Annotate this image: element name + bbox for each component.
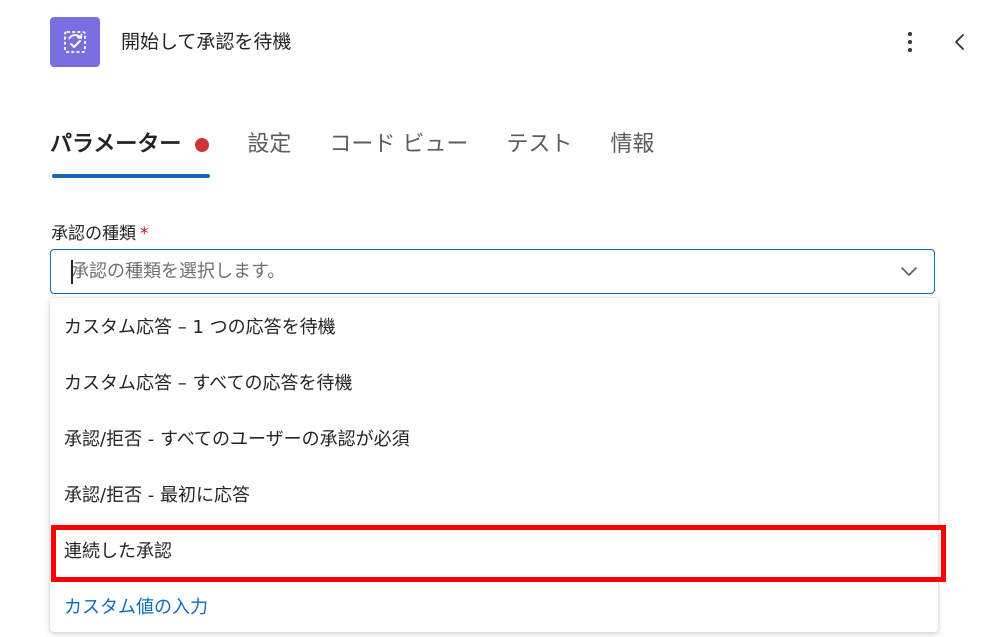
- option-custom-response-one[interactable]: カスタム応答 – 1 つの応答を待機: [50, 298, 938, 354]
- tab-test[interactable]: テスト: [506, 128, 572, 162]
- approval-icon: [50, 17, 100, 67]
- tab-parameters[interactable]: パラメーター: [50, 128, 210, 162]
- approval-type-combobox[interactable]: [50, 249, 935, 294]
- chevron-down-icon[interactable]: [884, 250, 934, 293]
- required-mark: *: [140, 224, 149, 244]
- approval-type-input[interactable]: [51, 250, 884, 293]
- approval-type-listbox: カスタム応答 – 1 つの応答を待機 カスタム応答 – すべての応答を待機 承認…: [50, 298, 938, 632]
- approval-type-label: 承認の種類 *: [51, 222, 149, 246]
- chevron-left-icon[interactable]: [946, 28, 974, 56]
- action-panel: 開始して承認を待機 パラメーター 設定 コード ビュー テスト 情報 承認の種類…: [0, 0, 982, 637]
- option-approve-reject-first[interactable]: 承認/拒否 - 最初に応答: [50, 466, 938, 522]
- option-approve-reject-everyone[interactable]: 承認/拒否 - すべてのユーザーの承認が必須: [50, 410, 938, 466]
- tab-code-view[interactable]: コード ビュー: [329, 128, 468, 162]
- field-label-text: 承認の種類: [51, 224, 136, 244]
- page-title: 開始して承認を待機: [121, 31, 292, 53]
- more-vertical-icon[interactable]: [896, 28, 924, 56]
- option-sequential-approval[interactable]: 連続した承認: [50, 522, 938, 578]
- tab-settings[interactable]: 設定: [247, 128, 291, 162]
- panel-header: 開始して承認を待機: [0, 0, 982, 90]
- tab-about[interactable]: 情報: [610, 128, 654, 162]
- tab-label: パラメーター: [50, 132, 182, 157]
- active-tab-indicator: [52, 174, 210, 178]
- error-dot-icon: [195, 138, 210, 152]
- text-cursor: [71, 260, 73, 284]
- option-custom-response-all[interactable]: カスタム応答 – すべての応答を待機: [50, 354, 938, 410]
- option-enter-custom-value[interactable]: カスタム値の入力: [50, 578, 938, 634]
